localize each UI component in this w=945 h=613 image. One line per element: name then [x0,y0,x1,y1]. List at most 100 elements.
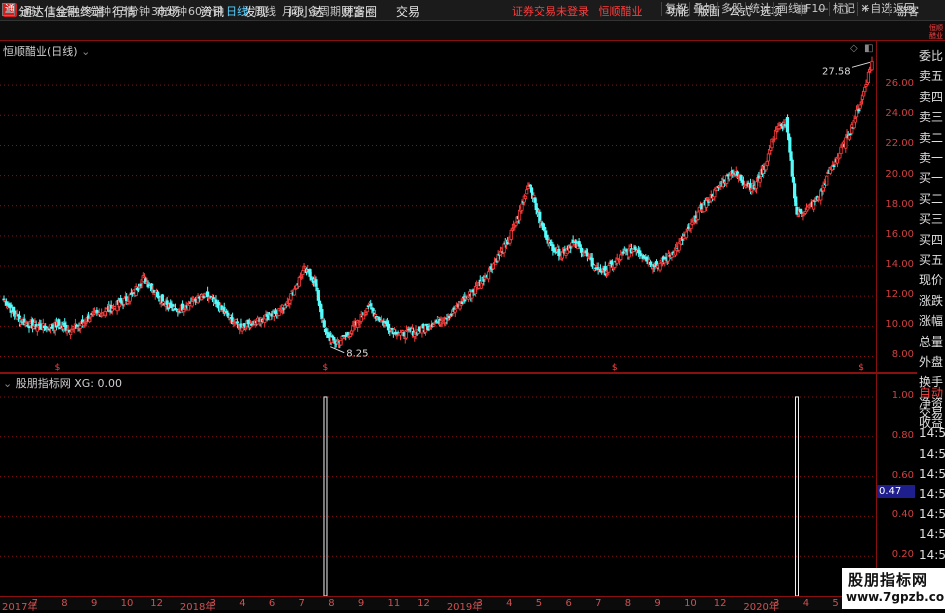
button-f10[interactable]: F10 [801,2,828,16]
date-label: 10 [120,598,134,609]
expand-icon[interactable]: ▲ [2,3,15,16]
side-item[interactable]: 14:56 [919,444,945,464]
side-item[interactable]: 买五 [919,250,943,270]
date-label: 7 [595,598,602,609]
side-item[interactable]: 14:56 [919,504,945,524]
period-weekly[interactable]: 周线 [254,3,276,19]
axis-divider [876,41,877,596]
indicator-chart[interactable] [0,375,876,596]
date-label: 12 [417,598,430,609]
side-item[interactable]: 买一 [919,168,943,188]
candle [825,175,829,186]
side-item[interactable]: 自动 [919,383,943,403]
date-label: 3 [476,598,483,609]
side-item[interactable]: 涨幅 [919,311,943,331]
chevron-down-icon[interactable]: ⌄ [3,377,12,390]
date-label: 7 [31,598,39,609]
side-item[interactable]: 14:56 [919,484,945,504]
period-5min[interactable]: 5分钟 [82,3,111,19]
y-tick-label: 0.40 [891,509,914,521]
signal-bar [323,396,328,596]
signal-marker: $ [322,363,328,372]
side-item[interactable]: 外盘 [919,352,943,372]
side-item[interactable]: 卖一 [919,148,943,168]
button-back[interactable]: 返回 [889,2,918,16]
date-label: 10 [684,598,697,609]
date-label: 5 [832,598,839,609]
login-warning[interactable]: 证券交易未登录 恒顺醋业 [512,3,643,19]
chevron-right-icon: › [365,5,370,18]
menu-trade[interactable]: 交易 [396,3,420,20]
date-label: 8 [328,598,335,609]
button-adjust[interactable]: 复权 [661,2,690,16]
button-overlay[interactable]: 叠加 [689,2,718,16]
main-chart-title: 恒顺醋业(日线) ⌄ [3,43,90,59]
side-item[interactable]: 涨跌 [919,291,943,311]
side-item[interactable]: 卖四 [919,87,943,107]
side-item[interactable]: 买二 [919,189,943,209]
candlestick-chart[interactable]: 27.58 8.25 $ $ $ $ [0,41,876,372]
pane-divider[interactable] [0,372,945,374]
side-item[interactable]: 14:56 [919,464,945,484]
period-1min[interactable]: 1分钟 [48,3,77,19]
period-more[interactable]: 更多› [343,3,369,19]
date-label: 5 [535,598,543,609]
button-stats[interactable]: 统计 [745,2,774,16]
side-item[interactable]: 买三 [919,209,943,229]
candle [395,334,399,340]
watermark-url: www.7gpzb.com [846,590,945,604]
period-multi[interactable]: 多周期 [308,3,341,19]
y-tick-label: 1.00 [891,389,914,401]
side-item[interactable]: 委比 [919,46,943,66]
signal-marker: $ [612,363,618,372]
diamond-icon[interactable]: ◇ [850,43,858,54]
chevron-down-icon[interactable]: ⌄ [81,45,90,58]
date-label: 3 [209,598,216,609]
y-tick-label: 24.00 [885,108,914,120]
signal-bar [794,396,799,596]
button-draw[interactable]: 画线 [773,2,802,16]
side-item[interactable]: 卖二 [919,128,943,148]
y-tick-label: 26.00 [885,78,914,90]
side-item[interactable]: 卖三 [919,107,943,127]
y-tick-label: 0.20 [891,549,914,561]
side-item[interactable]: 14:56 [919,524,945,544]
date-label: 9 [654,598,661,609]
date-label: 8 [624,598,632,609]
button-multi-stock[interactable]: 多股 [717,2,746,16]
side-item[interactable]: 14:56 [919,423,945,443]
period-60min[interactable]: 60分钟 [188,3,224,19]
main-chart-title-text: 恒顺醋业(日线) [3,45,78,58]
y-tick-label: 14.00 [885,259,914,271]
y-tick-label: 0.60 [891,469,914,481]
button-mark[interactable]: 标记 [829,2,858,16]
indicator-title: ⌄ 股朋指标网 XG: 0.00 [3,375,122,391]
side-item[interactable]: 交易 [919,403,943,423]
period-more-label: 更多 [343,5,365,18]
date-label: 11 [387,598,401,609]
side-item[interactable]: 14:56 [919,545,945,565]
date-label: 4 [802,598,810,609]
high-pointer [851,61,871,68]
date-label: 4 [239,598,246,609]
period-daily[interactable]: 日线 [226,3,248,19]
side-item[interactable]: 总量 [919,332,943,352]
period-timeshare[interactable]: 分时 [18,3,40,19]
panel-toggle-icon[interactable]: ◧ [864,43,873,54]
high-label: 27.58 [822,66,851,77]
side-item[interactable]: 现价 [919,270,943,290]
y-tick-label: 20.00 [885,168,914,180]
side-item[interactable]: 卖五 [919,66,943,86]
period-monthly[interactable]: 月线 [282,3,304,19]
low-label: 8.25 [346,349,368,360]
date-label: 6 [565,598,572,609]
y-tick-label: 0.80 [891,429,914,441]
date-label: 6 [268,598,276,609]
period-30min[interactable]: 30分钟 [151,3,187,19]
side-stock-name: 恒顺醋业 [929,24,943,40]
date-label: 8 [61,598,68,609]
period-15min[interactable]: 15分钟 [114,3,150,19]
date-label: 7 [298,598,305,609]
side-item[interactable]: 买四 [919,230,943,250]
low-pointer [330,346,345,354]
